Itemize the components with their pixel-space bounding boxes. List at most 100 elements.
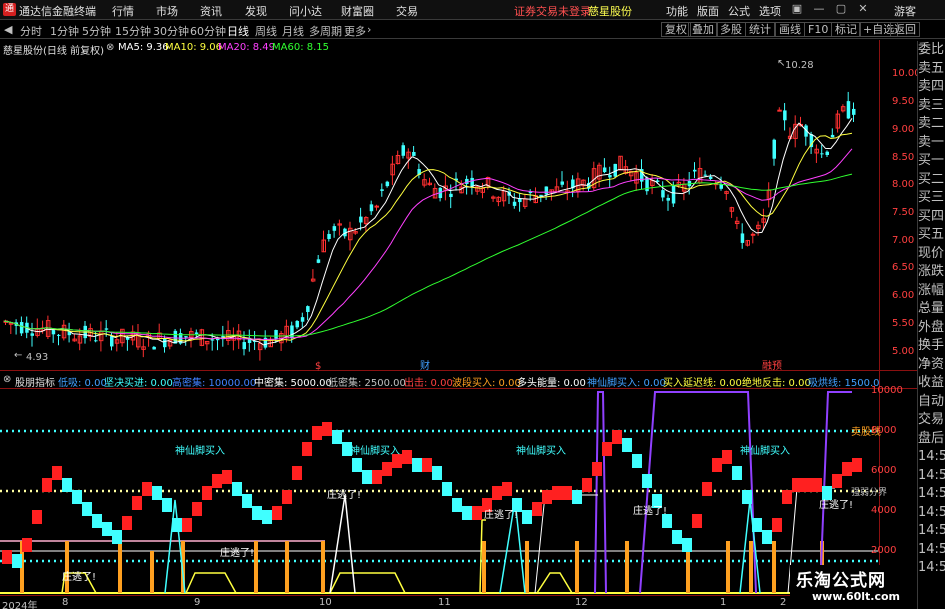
quote-field-label: 涨跌 — [918, 264, 945, 279]
wave-block — [12, 554, 22, 568]
wave-block — [702, 482, 712, 496]
candle-body — [820, 153, 824, 155]
wave-block — [132, 496, 142, 510]
wave-block — [312, 426, 322, 440]
quote-field-label: 买五 — [918, 227, 945, 242]
wave-block — [422, 458, 432, 472]
indicator-value: 吸烘线: 1500.0 — [808, 378, 880, 389]
shenxian-label: 神仙脚买入 — [740, 444, 790, 457]
indicator-name[interactable]: 股朋指标 — [15, 374, 55, 389]
wave-block — [362, 470, 372, 484]
watermark-url: www.60lt.com — [812, 590, 901, 603]
signal-triangle — [329, 494, 356, 594]
wave-block — [32, 510, 42, 524]
candle-body — [163, 338, 167, 348]
candle-body — [645, 177, 649, 192]
quote-field-label[interactable]: 自动 — [918, 393, 945, 412]
wave-block — [692, 514, 702, 528]
wave-block — [292, 466, 302, 480]
candle-body — [412, 152, 416, 156]
candle-body — [57, 334, 61, 336]
orange-bar — [118, 541, 122, 593]
candle-body — [19, 322, 24, 334]
wave-block — [532, 502, 542, 516]
wave-block — [722, 450, 732, 464]
candle-body — [830, 134, 835, 138]
yellow-trapezoid — [185, 572, 237, 594]
wave-block — [182, 518, 192, 532]
candle-body — [740, 233, 745, 243]
indicator-wave — [2, 422, 862, 568]
ma10-line — [3, 132, 853, 342]
wave-block — [752, 518, 762, 532]
orange-bar — [726, 541, 730, 593]
wave-block — [632, 454, 642, 468]
wave-block — [322, 422, 332, 436]
orange-bar — [625, 541, 629, 593]
candle-body — [306, 306, 310, 313]
ma60-line — [3, 173, 853, 337]
quote-field-label[interactable]: 盘后 — [918, 430, 945, 449]
wave-block — [492, 486, 502, 500]
indicator-tick: 2000 — [871, 545, 897, 556]
event-mark-forecast[interactable]: 融预 — [762, 360, 782, 372]
low-arrow-icon: ← — [14, 350, 22, 361]
candle-body — [210, 339, 215, 341]
orange-bar — [482, 541, 486, 593]
wave-block — [792, 478, 802, 492]
candle-body — [852, 108, 856, 115]
zhuang-escape-label: 庄逃了! — [327, 488, 361, 501]
chart-canvas[interactable]: 10.28 ↖ 4.93 ← $ 财 融预 神仙脚买入 神仙脚买入 神仙脚买入 … — [0, 0, 917, 609]
quote-field-label: 卖一 — [918, 134, 945, 150]
candle-body — [274, 330, 278, 339]
orange-bar — [575, 541, 579, 593]
indicator-value: 绝地反击: 0.00 — [742, 378, 811, 389]
candle-body — [825, 151, 829, 155]
wave-block — [332, 430, 342, 444]
indicator-settings-icon[interactable]: ⊗ — [3, 374, 11, 385]
wave-block — [382, 462, 392, 476]
wave-block — [552, 486, 562, 500]
candle-body — [242, 342, 246, 350]
wave-block — [852, 458, 862, 472]
candle-body — [512, 201, 517, 206]
quote-field-label: 买四 — [918, 208, 945, 224]
quote-field-label[interactable]: 交易 — [918, 411, 945, 430]
indicator-value: 多头能量: 0.00 — [517, 378, 586, 389]
quote-field-label: 外盘 — [918, 319, 945, 335]
shenxian-label: 神仙脚买入 — [516, 444, 566, 457]
event-mark-finance[interactable]: 财 — [420, 359, 430, 372]
quote-field-label: 14:5 — [918, 467, 945, 483]
quote-field-label: 买三 — [918, 190, 945, 205]
wave-block — [302, 442, 312, 456]
wave-block — [192, 502, 202, 516]
wave-block — [52, 466, 62, 480]
candle-body — [693, 169, 697, 172]
event-mark-dollar[interactable]: $ — [315, 361, 321, 372]
orange-bar — [321, 541, 325, 593]
indicator-value: 低密集: 2500.00 — [328, 378, 406, 389]
quote-field-label: 14:5 — [918, 523, 945, 538]
indicator-value: 低吸: 0.00 — [58, 378, 107, 389]
candle-body — [51, 330, 56, 335]
quote-field-label: 收益 — [918, 375, 945, 390]
date-tick: 10 — [319, 597, 332, 608]
orange-bar — [749, 541, 753, 593]
wave-block — [252, 506, 262, 520]
orange-bar — [65, 541, 69, 593]
wave-block — [282, 490, 292, 504]
candle-body — [369, 204, 374, 212]
quote-field-label: 卖四 — [918, 79, 945, 94]
wave-block — [472, 506, 482, 520]
quote-field-label: 14:5 — [918, 504, 945, 520]
low-price-label: 4.93 — [26, 352, 48, 363]
wave-block — [272, 506, 282, 520]
date-tick: 1 — [720, 597, 727, 608]
wave-block — [122, 516, 132, 530]
candle-body — [327, 233, 331, 239]
candle-body — [110, 336, 114, 347]
wave-block — [452, 498, 462, 512]
ma5-line — [3, 118, 853, 346]
shenxian-label: 神仙脚买入 — [175, 444, 225, 457]
quote-field-label: 总量 — [918, 301, 945, 316]
